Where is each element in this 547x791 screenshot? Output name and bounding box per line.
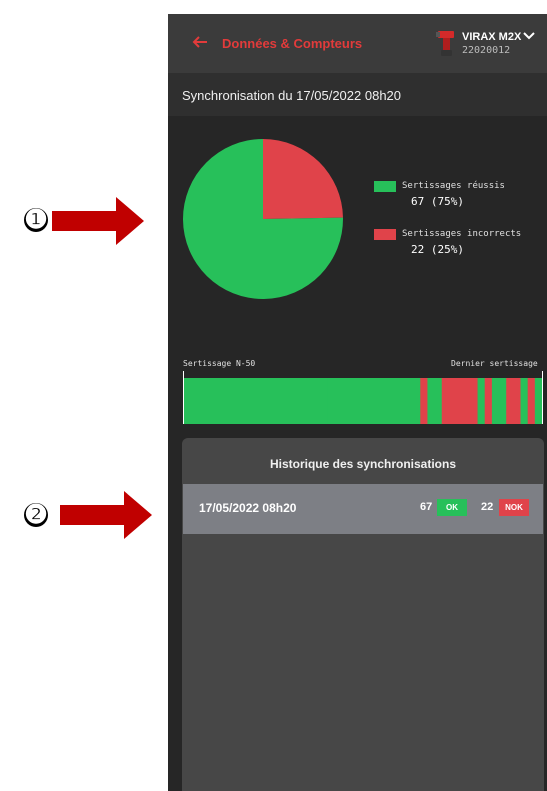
legend-value-ok: 67 (75%) [411, 195, 464, 208]
history-segment-nok [441, 378, 478, 424]
history-segment-ok [520, 378, 528, 424]
app-screen: Données & Compteurs VIRAX M2X 22020012 S… [168, 14, 547, 791]
history-segment-ok [491, 378, 507, 424]
history-segment-nok [420, 378, 428, 424]
pie-slice-nok [263, 139, 343, 219]
legend-label-ok: Sertissages réussis [402, 181, 505, 191]
history-bar-end-tick [542, 371, 543, 424]
row-nok-count: 22 [481, 501, 494, 513]
arrow-left-icon[interactable] [192, 34, 208, 50]
panel-title: Historique des synchronisations [269, 457, 457, 471]
legend-swatch-nok [374, 229, 396, 240]
sync-history-row[interactable]: 17/05/2022 08h20 67 OK 22 NOK [183, 484, 543, 534]
row-date: 17/05/2022 08h20 [199, 501, 297, 515]
sync-history-panel: Historique des synchronisations 17/05/20… [182, 438, 544, 791]
sync-header: Synchronisation du 17/05/2022 08h20 [168, 73, 547, 116]
page-title: Données & Compteurs [222, 36, 363, 51]
device-serial: 22020012 [462, 45, 511, 56]
top-bar: Données & Compteurs VIRAX M2X 22020012 [168, 14, 547, 73]
crimp-history-bar [184, 378, 542, 424]
row-ok-count: 67 [420, 501, 433, 513]
device-name[interactable]: VIRAX M2X [462, 31, 521, 43]
history-segment-ok [184, 378, 328, 424]
history-segment-ok [327, 378, 421, 424]
history-bar-end-label: Dernier sertissage [451, 359, 538, 368]
ok-badge: OK [437, 499, 467, 516]
legend-label-nok: Sertissages incorrects [402, 229, 522, 239]
legend-value-nok: 22 (25%) [411, 243, 464, 256]
pie-chart [183, 139, 343, 299]
annotation-arrow-2 [60, 491, 152, 539]
history-segment-nok [506, 378, 521, 424]
annotation-arrow-1 [52, 197, 144, 245]
history-segment-nok [527, 378, 536, 424]
history-segment-nok [484, 378, 493, 424]
annotation-marker-2: ❷ [24, 500, 48, 530]
history-bar-start-label: Sertissage N-50 [183, 359, 256, 368]
sync-title: Synchronisation du 17/05/2022 08h20 [182, 88, 402, 103]
history-segment-ok [534, 378, 542, 424]
history-segment-ok [477, 378, 486, 424]
history-segment-ok [427, 378, 443, 424]
annotation-marker-1: ❶ [24, 205, 48, 235]
legend-swatch-ok [374, 181, 396, 192]
nok-badge: NOK [499, 499, 529, 516]
crimping-tool-icon [436, 31, 454, 56]
chevron-down-icon[interactable] [522, 29, 536, 43]
